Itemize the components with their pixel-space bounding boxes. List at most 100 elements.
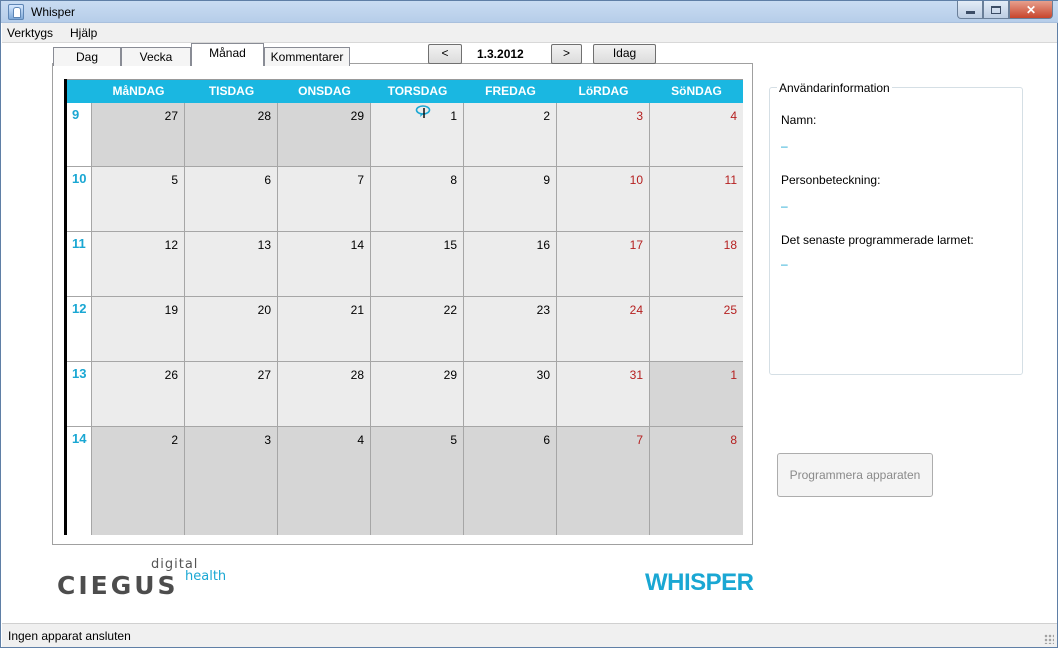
last-alarm-label: Det senaste programmerade larmet: [781,233,974,247]
menu-verktygs[interactable]: Verktygs [7,26,53,40]
calendar-day-cell[interactable]: 1 [371,103,464,166]
current-date: 1.3.2012 [477,47,524,61]
calendar-day-cell[interactable]: 21 [278,297,371,361]
calendar-day-cell[interactable]: 6 [464,427,557,535]
day-number: 15 [443,238,457,252]
calendar-day-cell[interactable]: 11 [650,167,743,231]
day-number: 5 [450,433,457,447]
day-number: 2 [543,109,550,123]
minimize-button[interactable] [957,1,983,19]
calendar-day-cell[interactable]: 29 [278,103,371,166]
calendar-day-cell[interactable]: 17 [557,232,650,296]
alarm-comment-icon[interactable] [415,105,431,119]
day-name-header: TISDAG [208,84,255,98]
day-number: 3 [636,109,643,123]
today-button[interactable]: Idag [593,44,656,64]
calendar-day-cell[interactable]: 13 [185,232,278,296]
week-row: 12 19 20 21 22 23 24 25 [67,297,743,362]
week-number: 14 [72,431,87,446]
calendar-day-cell[interactable]: 22 [371,297,464,361]
day-name-header: MåNDAG [112,84,165,98]
calendar-day-cell[interactable]: 28 [278,362,371,426]
calendar-day-cell[interactable]: 2 [92,427,185,535]
day-number: 8 [730,433,737,447]
calendar-day-cell[interactable]: 28 [185,103,278,166]
prev-month-button[interactable]: < [428,44,462,64]
day-number: 9 [543,173,550,187]
day-name-header: FREDAG [485,84,536,98]
day-number: 29 [350,109,364,123]
calendar-day-cell[interactable]: 15 [371,232,464,296]
week-number: 10 [72,171,87,186]
week-number: 12 [72,301,87,316]
resize-grip-icon[interactable] [1044,634,1054,644]
name-label: Namn: [781,113,817,127]
calendar-day-cell[interactable]: 8 [371,167,464,231]
calendar-day-cell[interactable]: 1 [650,362,743,426]
calendar-day-cell[interactable]: 20 [185,297,278,361]
ciegus-logo-health: health [185,569,227,584]
calendar-day-cell[interactable]: 3 [557,103,650,166]
day-number: 2 [171,433,178,447]
title-bar[interactable]: Whisper ✕ [1,1,1058,23]
day-number: 22 [443,303,457,317]
last-alarm-value: – [781,257,788,271]
calendar-day-cell[interactable]: 9 [464,167,557,231]
calendar-day-cell[interactable]: 24 [557,297,650,361]
close-button[interactable]: ✕ [1009,1,1053,19]
calendar-day-cell[interactable]: 30 [464,362,557,426]
day-number: 27 [257,368,271,382]
calendar-day-cell[interactable]: 7 [278,167,371,231]
calendar-day-cell[interactable]: 12 [92,232,185,296]
week-row: 14 2 3 4 5 6 7 8 [67,427,743,535]
calendar-day-cell[interactable]: 23 [464,297,557,361]
day-number: 30 [536,368,550,382]
menu-hjalp[interactable]: Hjälp [70,26,97,40]
program-device-button[interactable]: Programmera apparaten [777,453,933,497]
week-number: 13 [72,366,87,381]
calendar-day-cell[interactable]: 31 [557,362,650,426]
day-number: 20 [257,303,271,317]
calendar-day-cell[interactable]: 27 [92,103,185,166]
calendar-day-cell[interactable]: 27 [185,362,278,426]
day-number: 21 [350,303,364,317]
menu-bar: Verktygs Hjälp [2,23,1057,43]
user-info-legend: Användarinformation [777,81,892,95]
calendar-day-cell[interactable]: 18 [650,232,743,296]
next-month-button[interactable]: > [551,44,582,64]
calendar-day-cell[interactable]: 6 [185,167,278,231]
maximize-button[interactable] [983,1,1009,19]
calendar-day-cell[interactable]: 8 [650,427,743,535]
calendar-day-cell[interactable]: 2 [464,103,557,166]
day-number: 31 [629,368,643,382]
tab-manad[interactable]: Månad [191,43,264,66]
day-number: 7 [636,433,643,447]
calendar-day-cell[interactable]: 16 [464,232,557,296]
window-controls: ✕ [957,1,1053,19]
calendar-day-cell[interactable]: 5 [92,167,185,231]
calendar-day-cell[interactable]: 25 [650,297,743,361]
status-text: Ingen apparat ansluten [8,629,131,643]
calendar-day-cell[interactable]: 4 [650,103,743,166]
calendar-day-cell[interactable]: 3 [185,427,278,535]
day-number: 28 [257,109,271,123]
tab-dag[interactable]: Dag [53,47,121,66]
week-number-cell: 11 [67,232,92,296]
calendar-day-cell[interactable]: 26 [92,362,185,426]
day-number: 7 [357,173,364,187]
calendar-day-cell[interactable]: 5 [371,427,464,535]
calendar-day-cell[interactable]: 4 [278,427,371,535]
calendar-day-cell[interactable]: 7 [557,427,650,535]
calendar-day-cell[interactable]: 14 [278,232,371,296]
day-number: 3 [264,433,271,447]
day-number: 23 [536,303,550,317]
calendar-day-cell[interactable]: 10 [557,167,650,231]
calendar-day-cell[interactable]: 29 [371,362,464,426]
day-number: 28 [350,368,364,382]
tab-vecka[interactable]: Vecka [121,47,191,66]
tab-kommentarer[interactable]: Kommentarer [264,47,350,66]
week-number-cell: 10 [67,167,92,231]
calendar-day-cell[interactable]: 19 [92,297,185,361]
day-number: 10 [629,173,643,187]
personal-id-value: – [781,199,788,213]
